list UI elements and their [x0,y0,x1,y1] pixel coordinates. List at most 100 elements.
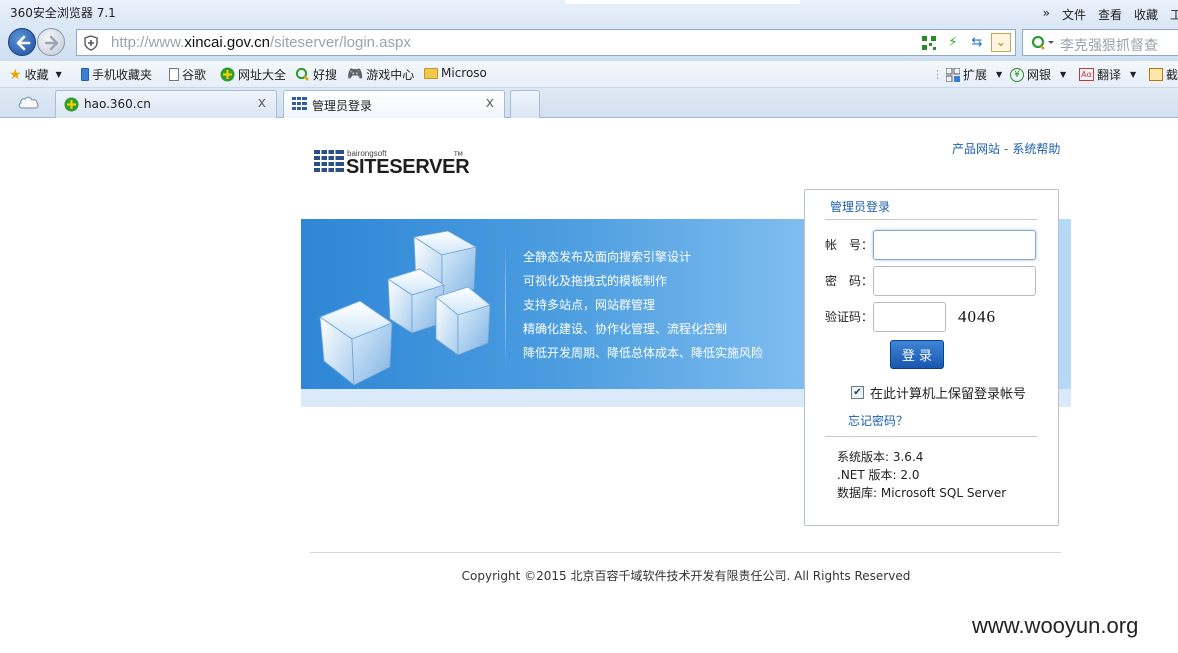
search-input[interactable]: 李克强狠抓督查 [1060,35,1158,55]
system-version: 系统版本: 3.6.4 [837,450,924,464]
feature-list: 全静态发布及面向搜索引擎设计 可视化及拖拽式的模板制作 支持多站点，网站群管理 … [523,248,763,368]
screenshot-menu[interactable]: 截 [1149,66,1178,83]
account-input[interactable] [873,230,1036,260]
forward-button[interactable] [37,28,65,56]
gamepad-icon: 🎮 [347,67,364,82]
url-text[interactable]: http://www.xincai.gov.cn/siteserver/logi… [111,34,411,51]
address-bar[interactable]: http://www.xincai.gov.cn/siteserver/logi… [76,29,1016,56]
account-label: 帐 号： [825,238,874,252]
star-icon: ★ [9,66,22,83]
wooyun-watermark: www.wooyun.org [972,613,1139,638]
login-button[interactable]: 登 录 [890,340,944,369]
favbar-item-google[interactable]: 谷歌 [169,66,206,83]
remember-account[interactable]: ✔ 在此计算机上保留登录帐号 [851,383,1026,402]
extensions-menu[interactable]: ⋮ 扩展 ▼ [932,66,1002,83]
forgot-password-link[interactable]: 忘记密码？ [848,412,908,429]
favbar-item-label: 好搜 [313,68,338,82]
qrcode-icon[interactable] [919,33,939,52]
link-separator: - [1004,142,1009,156]
favorites-menu[interactable]: ★ 收藏 ▼ [9,66,62,83]
feature-item: 精确化建设、协作化管理、流程化控制 [523,322,728,336]
login-panel: 管理员登录 帐 号： 密 码： 验证码： 4046 登 录 ✔ 在此计算机上保留… [804,189,1059,526]
forward-arrow-icon [44,35,59,51]
folder-icon [424,67,438,79]
close-icon[interactable]: x [258,95,266,111]
bank-label: 网银 [1027,68,1052,82]
back-button[interactable] [8,28,36,56]
favbar-item-haosou[interactable]: 好搜 [295,66,337,83]
cubes-illustration [319,230,491,386]
shield-icon[interactable] [83,35,99,51]
captcha-image[interactable]: 4046 [958,307,996,327]
footer-divider [310,552,1061,553]
siteserver-icon [292,97,307,110]
captcha-input[interactable] [873,302,946,332]
search-box[interactable]: 李克强狠抓督查 [1022,29,1178,56]
menu-tools[interactable]: 工 [1170,6,1178,23]
chevron-down-icon: ▼ [1060,70,1067,79]
logo-title: SITESERVER [346,156,470,178]
menu-view[interactable]: 查看 [1098,6,1122,23]
feature-item: 支持多站点，网站群管理 [523,298,656,312]
haosou-icon [295,67,309,81]
screenshot-label: 截 [1166,68,1178,82]
login-title: 管理员登录 [830,200,891,214]
cube [319,300,393,386]
hao360-icon [220,67,235,82]
screenshot-icon [1149,68,1163,81]
menu-more[interactable]: » [1043,6,1050,23]
url-path: /siteserver/login.aspx [269,34,411,51]
url-host: xincai.gov.cn [184,34,270,51]
favorites-bar: ★ 收藏 ▼ 手机收藏夹 谷歌 网址大全 好搜 🎮 游戏中心 Microso ⋮… [0,61,1178,88]
favbar-item-label: Microso [441,66,487,80]
feature-item: 降低开发周期、降低总体成本、降低实施风险 [523,346,764,360]
address-icons: ⚡ ⇆ ⌄ [919,33,1011,52]
extensions-label: 扩展 [963,68,988,82]
titlebar-highlight [565,0,800,4]
chevron-down-icon: ▼ [996,70,1003,79]
feature-item: 可视化及拖拽式的模板制作 [523,274,668,288]
url-prefix: http://www. [111,34,185,51]
menu-file[interactable]: 文件 [1062,6,1086,23]
chevron-down-icon: ▼ [1130,70,1137,79]
translate-menu[interactable]: Aα 翻译 ▼ [1079,66,1136,83]
cloud-icon[interactable] [16,94,40,110]
top-links: 产品网站 - 系统帮助 [952,140,1060,157]
tab-admin-login[interactable]: 管理员登录 x [283,90,505,118]
bank-menu[interactable]: ¥ 网银 ▼ [1010,66,1066,83]
favbar-item-mobile[interactable]: 手机收藏夹 [81,66,152,83]
tab-bar: hao.360.cn x 管理员登录 x [0,88,1178,118]
favbar-item-microsoft[interactable]: Microso [424,66,487,80]
lightning-icon[interactable]: ⚡ [943,33,963,52]
favbar-item-hao[interactable]: 网址大全 [220,66,286,83]
dotnet-version: .NET 版本: 2.0 [837,468,920,482]
compat-mode-icon[interactable]: ⇆ [967,33,987,52]
drag-handle-icon: ⋮ [932,68,943,81]
tab-hao360[interactable]: hao.360.cn x [55,90,277,118]
menu-favorites[interactable]: 收藏 [1134,6,1158,23]
close-icon[interactable]: x [486,95,494,111]
favbar-item-label: 手机收藏夹 [92,68,153,82]
hao360-icon [64,97,79,112]
translate-label: 翻译 [1097,68,1122,82]
remember-checkbox[interactable]: ✔ [851,386,864,399]
browser-menu: » 文件 查看 收藏 工 [1043,6,1178,23]
search-engine-icon[interactable] [1031,34,1055,52]
system-help-link[interactable]: 系统帮助 [1012,142,1060,156]
favbar-item-games[interactable]: 🎮 游戏中心 [347,66,414,83]
database-info: 数据库: Microsoft SQL Server [837,486,1007,500]
tab-label: hao.360.cn [84,97,151,111]
captcha-label: 验证码： [825,310,874,324]
favbar-item-label: 游戏中心 [366,68,415,82]
dropdown-chevron-icon[interactable]: ⌄ [991,33,1011,52]
bank-icon: ¥ [1010,67,1024,82]
product-site-link[interactable]: 产品网站 [952,142,1000,156]
password-input[interactable] [873,266,1036,296]
favbar-item-label: 网址大全 [238,68,287,82]
remember-label: 在此计算机上保留登录帐号 [870,387,1027,402]
translate-icon: Aα [1079,68,1094,81]
favbar-item-label: 谷歌 [182,68,207,82]
new-tab-button[interactable] [510,90,540,118]
divider [825,436,1037,437]
logo-grid-icon [314,149,344,173]
